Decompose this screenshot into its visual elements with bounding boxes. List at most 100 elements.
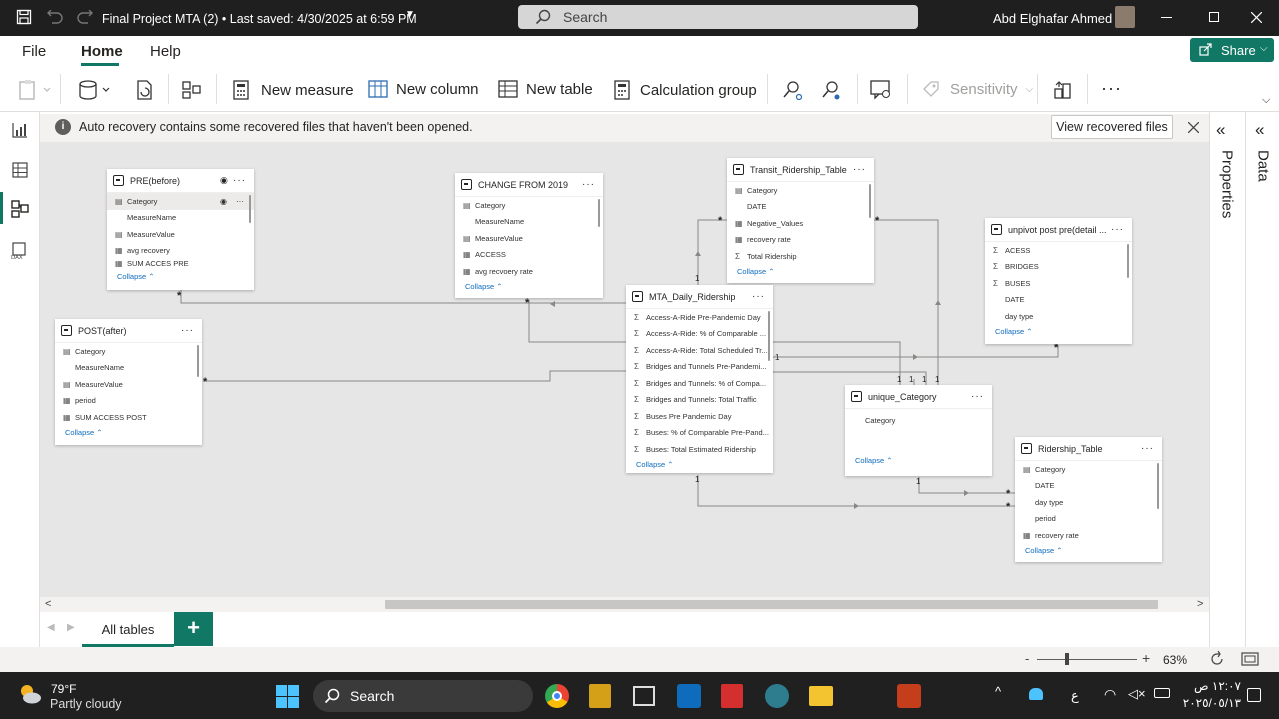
field-row[interactable]: ▦ recovery rate (727, 232, 874, 249)
field-row[interactable]: ▦ recovery rate (1015, 527, 1162, 544)
field-row[interactable]: DATE (1015, 478, 1162, 495)
tab-next-icon[interactable]: ▶ (67, 622, 75, 633)
table-view-icon[interactable] (12, 162, 28, 178)
reset-zoom-icon[interactable] (1209, 651, 1225, 667)
field-row[interactable]: ▤ Category (55, 343, 202, 360)
publish-icon[interactable] (1053, 80, 1073, 100)
report-view-icon[interactable] (12, 122, 28, 138)
data-pane-tab[interactable]: Data (1248, 150, 1278, 210)
scrollbar[interactable] (249, 195, 251, 223)
app-icon[interactable] (589, 684, 611, 708)
field-row[interactable]: Σ Total Ridership (727, 248, 874, 265)
field-row[interactable]: day type (1015, 494, 1162, 511)
view-recovered-files-button[interactable]: View recovered files (1051, 115, 1173, 139)
eye-icon[interactable]: ◉ (220, 175, 228, 186)
more-options-icon[interactable]: ··· (1141, 443, 1154, 454)
new-measure-button[interactable]: New measure (233, 80, 354, 100)
collapse-link[interactable]: Collapse ⌃ (1015, 544, 1162, 558)
file-explorer-icon[interactable] (809, 686, 833, 706)
chrome-icon[interactable] (545, 684, 569, 708)
table-card-unique-category[interactable]: unique_Category ··· Category Collapse ⌃ (845, 385, 992, 476)
scrollbar[interactable] (1157, 463, 1159, 509)
field-row[interactable]: ▤ Category (727, 182, 874, 199)
field-row[interactable]: day type (985, 308, 1132, 325)
onedrive-icon[interactable] (1029, 688, 1043, 700)
notification-center-icon[interactable] (1247, 688, 1261, 702)
powerpoint-icon[interactable] (897, 684, 921, 708)
more-options-icon[interactable]: ··· (1111, 224, 1124, 235)
scroll-right-icon[interactable]: > (1197, 598, 1203, 610)
wifi-icon[interactable]: ◠ (1104, 686, 1116, 703)
more-options-icon[interactable]: ··· (236, 197, 244, 206)
tab-prev-icon[interactable]: ◀ (47, 622, 55, 633)
dax-query-view-icon[interactable]: DAX (11, 242, 29, 260)
menu-home[interactable]: Home (81, 43, 123, 60)
more-options-icon[interactable]: ··· (1101, 78, 1122, 99)
field-row[interactable]: Σ ACESS (985, 242, 1132, 259)
windows-start-icon[interactable] (276, 685, 299, 708)
field-row[interactable]: Σ Buses Pre Pandemic Day (626, 408, 773, 425)
more-options-icon[interactable]: ··· (582, 179, 595, 190)
field-row[interactable]: Σ Access-A-Ride: % of Comparable ... (626, 326, 773, 343)
ribbon-collapse-chevron-icon[interactable]: ⌵ (1262, 94, 1270, 107)
collapse-link[interactable]: Collapse ⌃ (455, 280, 603, 294)
field-row[interactable]: DATE (985, 292, 1132, 309)
expand-data-icon[interactable]: « (1255, 120, 1264, 140)
fit-to-screen-icon[interactable] (1241, 652, 1259, 666)
refresh-data-icon[interactable] (135, 79, 155, 101)
scroll-left-icon[interactable]: < (45, 598, 51, 610)
manage-relationships-icon[interactable] (182, 80, 202, 100)
field-row[interactable]: Σ Buses: % of Comparable Pre-Pand... (626, 425, 773, 442)
document-title[interactable]: Final Project MTA (2) • Last saved: 4/30… (102, 12, 417, 26)
tab-all-tables[interactable]: All tables (82, 612, 174, 647)
field-row[interactable]: ▤ Category ◉ ··· (107, 193, 254, 210)
more-options-icon[interactable]: ··· (752, 291, 765, 302)
menu-help[interactable]: Help (150, 43, 181, 60)
more-options-icon[interactable]: ··· (233, 175, 246, 186)
field-row[interactable]: Σ Bridges and Tunnels: Total Traffic (626, 392, 773, 409)
more-options-icon[interactable]: ··· (853, 164, 866, 175)
zoom-in-icon[interactable]: + (1142, 650, 1150, 666)
redo-icon[interactable] (77, 10, 93, 24)
field-row[interactable]: Σ Access-A-Ride Pre-Pandemic Day (626, 309, 773, 326)
model-view-icon[interactable] (11, 200, 29, 218)
field-row[interactable]: ▦ ACCESS (455, 247, 603, 264)
collapse-link[interactable]: Collapse ⌃ (107, 269, 254, 283)
title-dropdown-icon[interactable]: ▼ (405, 9, 415, 20)
add-layout-button[interactable]: + (174, 612, 213, 646)
scrollbar[interactable] (869, 184, 871, 218)
more-options-icon[interactable]: ··· (181, 325, 194, 336)
calculation-group-button[interactable]: Calculation group (612, 80, 757, 100)
scrollbar[interactable] (768, 311, 770, 361)
table-card-transit-ridership[interactable]: Transit_Ridership_Table ··· ▤ Category DAT… (727, 158, 874, 283)
zoom-level[interactable]: 63% (1163, 653, 1187, 667)
maximize-icon[interactable] (1209, 12, 1219, 22)
collapse-link[interactable]: Collapse ⌃ (845, 453, 992, 467)
clock-time[interactable]: ١٢:٠٧ ص (1193, 679, 1241, 693)
eye-icon[interactable]: ◉ (220, 197, 227, 206)
new-table-button[interactable]: New table (498, 80, 593, 98)
app-icon[interactable] (765, 684, 789, 708)
zoom-out-icon[interactable]: - (1025, 651, 1029, 666)
zoom-slider[interactable] (1037, 659, 1137, 660)
field-row[interactable]: Σ BRIDGES (985, 259, 1132, 276)
taskbar-search[interactable]: Search (313, 680, 533, 712)
horizontal-scrollbar[interactable]: < > (40, 597, 1209, 612)
dismiss-notification-icon[interactable] (1188, 122, 1199, 133)
scrollbar[interactable] (598, 199, 600, 227)
field-row[interactable]: ▤ Category (455, 197, 603, 214)
q-and-a-setup-icon[interactable] (870, 80, 892, 100)
field-row[interactable]: ▦ avg recovery (107, 243, 254, 260)
view-as-icon[interactable] (821, 80, 841, 100)
minimize-icon[interactable] (1161, 17, 1172, 18)
field-row[interactable]: Σ Bridges and Tunnels Pre-Pandemi... (626, 359, 773, 376)
app-icon[interactable] (633, 686, 655, 706)
collapse-link[interactable]: Collapse ⌃ (626, 458, 773, 472)
zoom-slider-thumb[interactable] (1065, 653, 1069, 665)
table-card-pre-before[interactable]: PRE(before) ◉ ··· ▤ Category ◉ ··· MeasureN… (107, 169, 254, 290)
field-row[interactable]: MeasureName (455, 214, 603, 231)
clock-date[interactable]: ٢٠٢٥/٠٥/١٣ (1176, 696, 1241, 710)
save-icon[interactable] (16, 9, 32, 25)
field-row[interactable]: ▦ avg recvoery rate (455, 263, 603, 280)
table-card-change-from-2019[interactable]: CHANGE FROM 2019 ··· ▤ Category MeasureNam… (455, 173, 603, 298)
